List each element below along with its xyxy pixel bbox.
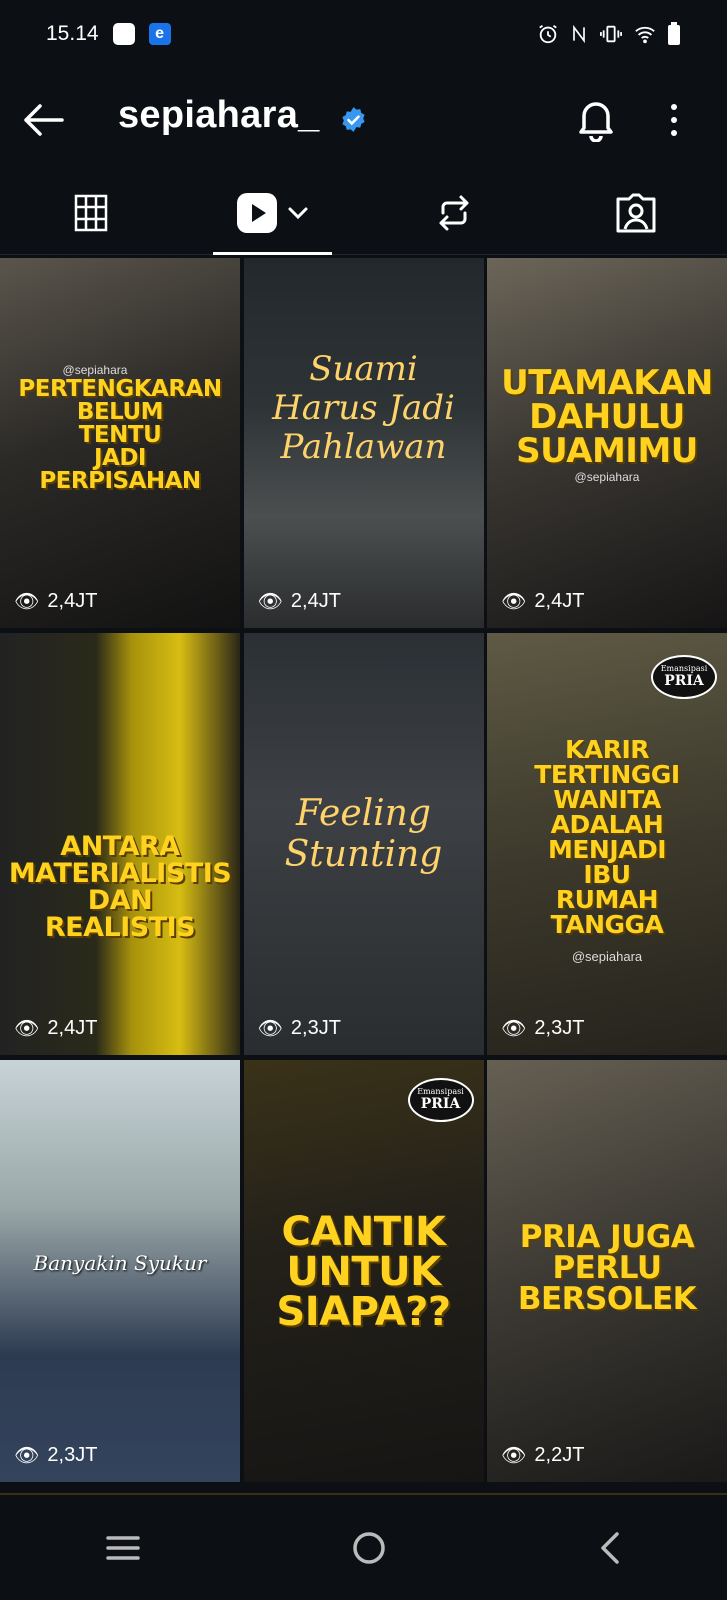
tab-reels[interactable]: [182, 172, 364, 255]
reel-title: Suami Harus Jadi Pahlawan: [272, 349, 455, 468]
more-vertical-icon[interactable]: [662, 96, 686, 144]
reels-grid: @sepiahara PERTENGKARAN BELUM TENTU JADI PER…: [0, 258, 727, 1482]
reel-thumbnail[interactable]: Suami Harus Jadi Pahlawan 👁 2,4JT: [243, 258, 484, 628]
eye-icon: 👁: [14, 1445, 40, 1467]
recent-apps-icon[interactable]: [105, 1533, 141, 1563]
status-time: 15.14: [46, 22, 99, 45]
eye-icon: 👁: [257, 591, 283, 613]
reel-thumbnail[interactable]: UTAMAKAN DAHULU SUAMIMU @sepiahara 👁 2,4JT: [487, 258, 727, 628]
tab-posts-grid[interactable]: [0, 172, 182, 254]
reel-title: PRIA JUGA PERLU BERSOLEK: [517, 1219, 697, 1317]
notification-square-icon: [112, 23, 135, 45]
tagged-person-icon: [616, 193, 656, 233]
reel-title: Banyakin Syukur: [33, 1251, 207, 1275]
reel-title: CANTIK UNTUK SIAPA??: [276, 1209, 451, 1335]
reel-handle: @sepiahara: [62, 363, 128, 377]
verified-badge-icon: [342, 107, 365, 132]
reel-handle: @sepiahara: [574, 470, 640, 484]
e-app-icon: e: [148, 23, 171, 45]
eye-icon: 👁: [501, 1018, 527, 1040]
reel-thumbnail[interactable]: Banyakin Syukur 👁 2,3JT: [0, 1060, 240, 1482]
view-count: 👁 2,4JT: [14, 590, 98, 613]
reel-thumbnail[interactable]: Emansipasi PRIA CANTIK UNTUK SIAPA??: [243, 1060, 484, 1482]
reel-title: UTAMAKAN DAHULU SUAMIMU: [501, 363, 713, 471]
reel-thumbnail[interactable]: Feeling Stunting 👁 2,3JT: [243, 633, 484, 1055]
emansipasi-pria-logo: Emansipasi PRIA: [651, 655, 717, 699]
home-circle-icon[interactable]: [351, 1530, 387, 1566]
profile-username: sepiahara_: [118, 94, 320, 136]
eye-icon: 👁: [14, 591, 40, 613]
view-count: 👁 2,3JT: [501, 1017, 585, 1040]
reel-handle: @sepiahara: [571, 949, 643, 964]
reel-thumbnail[interactable]: PRIA JUGA PERLU BERSOLEK 👁 2,2JT: [487, 1060, 727, 1482]
eye-icon: 👁: [257, 1018, 283, 1040]
view-count: 👁 2,4JT: [501, 590, 585, 613]
reel-thumbnail[interactable]: ANTARA MATERIALISTIS DAN REALISTIS 👁 2,4JT: [0, 633, 240, 1055]
chevron-down-icon: [288, 207, 308, 220]
bell-icon[interactable]: [572, 94, 620, 142]
reels-play-icon: [236, 193, 277, 233]
view-count: 👁 2,4JT: [257, 590, 341, 613]
reel-title: ANTARA MATERIALISTIS DAN REALISTIS: [8, 831, 232, 943]
grid-icon: [74, 194, 108, 232]
view-count: 👁 2,3JT: [14, 1444, 98, 1467]
tab-reposts[interactable]: [364, 172, 546, 254]
eye-icon: 👁: [501, 591, 527, 613]
back-arrow-icon[interactable]: [20, 96, 68, 144]
back-chevron-icon[interactable]: [598, 1530, 622, 1566]
profile-header: sepiahara_: [0, 72, 727, 167]
repost-icon: [439, 195, 469, 231]
tab-tagged[interactable]: [545, 172, 727, 254]
battery-icon: [668, 22, 680, 45]
reel-thumbnail[interactable]: Emansipasi PRIA KARIR TERTINGGI WANITA ADALA…: [487, 633, 727, 1055]
status-left: 15.14 e: [46, 22, 171, 46]
system-nav-bar: [0, 1495, 727, 1600]
reel-title: KARIR TERTINGGI WANITA ADALAH MENJADI IBU RUMA…: [534, 735, 680, 939]
eye-icon: 👁: [14, 1018, 40, 1040]
alarm-icon: [539, 24, 557, 44]
nfc-icon: [573, 24, 585, 44]
view-count: 👁 2,2JT: [501, 1444, 585, 1467]
reel-thumbnail[interactable]: @sepiahara PERTENGKARAN BELUM TENTU JADI PER…: [0, 258, 240, 628]
view-count: 👁 2,4JT: [14, 1017, 98, 1040]
reel-title: Feeling Stunting: [284, 793, 443, 876]
vibrate-icon: [600, 25, 622, 43]
status-bar: 15.14 e: [0, 0, 727, 68]
emansipasi-pria-logo: Emansipasi PRIA: [407, 1078, 474, 1122]
view-count: 👁 2,3JT: [257, 1017, 341, 1040]
status-right: [537, 22, 681, 46]
reel-title: PERTENGKARAN BELUM TENTU JADI PERPISAHAN: [18, 376, 222, 494]
profile-tabs: [0, 172, 727, 255]
eye-icon: 👁: [501, 1445, 527, 1467]
wifi-icon: [635, 26, 655, 44]
